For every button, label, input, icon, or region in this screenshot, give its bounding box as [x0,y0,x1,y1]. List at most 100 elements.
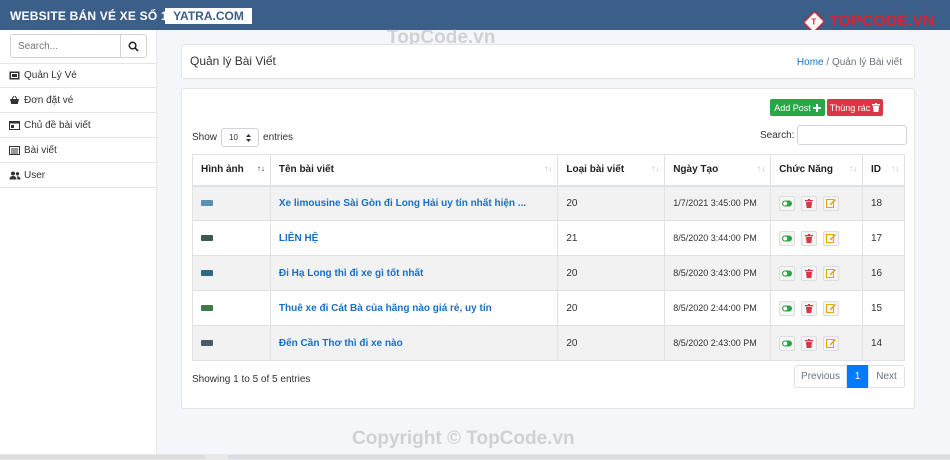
post-title-link[interactable]: LIÊN HỆ [279,233,318,244]
sidebar-item-label: Đơn đặt vé [24,94,74,106]
cell-type: 20 [557,185,666,221]
post-thumbnail [201,235,213,241]
trash-icon [805,303,814,313]
column-header-id[interactable]: ID ↑↓ [862,154,905,187]
cell-image [192,325,271,361]
cell-image [192,290,271,326]
cell-title: Thuê xe đi Cát Bà của hãng nào giá rẻ, u… [269,290,559,326]
delete-button[interactable] [801,300,818,316]
toggle-status-button[interactable] [779,195,796,211]
delete-button[interactable] [801,335,818,351]
edit-button[interactable] [823,265,840,281]
entries-select[interactable]: 10 [221,128,260,147]
delete-button[interactable] [801,195,818,211]
post-title-link[interactable]: Đi Hạ Long thì đi xe gì tốt nhất [279,268,423,279]
pagination-previous[interactable]: Previous [794,365,847,388]
toggle-status-button[interactable] [779,265,796,281]
site-domain-badge: YATRA.COM [165,8,252,24]
column-header-title[interactable]: Tên bài viết ↑↓ [269,154,559,187]
toggle-icon [782,305,793,312]
cell-type: 20 [557,325,666,361]
cell-title: Xe limousine Sài Gòn đi Long Hải uy tín … [269,185,559,221]
toggle-status-button[interactable] [779,335,796,351]
sort-icon: ↑↓ [849,164,857,173]
cell-image [192,185,271,221]
post-title-link[interactable]: Xe limousine Sài Gòn đi Long Hải uy tín … [279,198,526,209]
sidebar-item-chu-de-bai-viet[interactable]: Chủ đề bài viết [0,113,157,138]
sidebar-item-bai-viet[interactable]: Bài viết [0,138,157,163]
cell-date: 1/7/2021 3:45:00 PM [664,185,772,221]
post-title-link[interactable]: Đến Cần Thơ thì đi xe nào [279,338,403,349]
toggle-status-button[interactable] [779,300,796,316]
pagination-page-1[interactable]: 1 [847,365,868,388]
sidebar-item-label: Chủ đề bài viết [24,119,91,131]
sidebar-item-quan-ly-ve[interactable]: Quản Lý Vé [0,63,157,88]
site-brand[interactable]: WEBSITE BÁN VÉ XE SỐ 1 [10,9,168,23]
cell-date: 8/5/2020 2:43:00 PM [664,325,772,361]
sidebar-item-label: Bài viết [24,144,57,156]
edit-icon [826,198,837,209]
delete-button[interactable] [801,265,818,281]
sidebar-item-user[interactable]: User [0,163,157,188]
search-icon [128,41,139,52]
sidebar-item-label: User [24,169,46,181]
show-entries: Show 10 entries [192,128,293,147]
edit-button[interactable] [823,195,840,211]
cell-id: 16 [862,255,905,291]
folder-icon [9,120,21,130]
cell-image [192,255,271,291]
cell-date: 8/5/2020 3:44:00 PM [664,220,772,256]
table-row: Thuê xe đi Cát Bà của hãng nào giá rẻ, u… [192,290,905,326]
sidebar-item-don-dat-ve[interactable]: Đơn đặt vé [0,88,157,113]
show-label: Show [192,132,218,143]
edit-button[interactable] [823,230,840,246]
table-search-label: Search: [760,129,795,141]
edit-button[interactable] [823,300,840,316]
bottom-scrollbar[interactable] [0,454,950,460]
sort-icon: ↑↓ [544,164,553,173]
watermark-copyright: Copyright © TopCode.vn [352,428,575,449]
column-header-date[interactable]: Ngày Tạo ↑↓ [664,154,772,187]
table-header-row: Hình ảnh ↑↓ Tên bài viết ↑↓ Loại bài viết ↑… [192,154,905,187]
sidebar-search-button[interactable] [120,35,146,57]
cell-id: 14 [862,325,905,361]
breadcrumb-home-link[interactable]: Home [797,57,824,68]
edit-icon [826,233,837,243]
table-row: Đi Hạ Long thì đi xe gì tốt nhất 20 8/5/20… [192,255,905,291]
delete-button[interactable] [801,230,818,246]
plus-icon [812,103,821,112]
sort-asc-icon: ↑↓ [256,164,265,173]
toggle-icon [782,235,793,242]
toggle-status-button[interactable] [779,230,796,246]
cell-type: 20 [557,255,666,291]
cell-actions [770,255,863,291]
edit-icon [826,268,837,278]
column-header-image[interactable]: Hình ảnh ↑↓ [192,154,271,187]
sidebar-search [10,34,147,58]
breadcrumb: Home / Quản lý Bài viết [797,57,902,68]
post-thumbnail [201,200,213,207]
table-row: LIÊN HỆ 21 8/5/2020 3:44:00 PM 17 [192,220,905,256]
cell-actions [770,325,863,361]
trash-bin-button[interactable]: Thùng rác [827,99,883,116]
add-post-button[interactable]: Add Post [770,99,825,116]
trash-icon [872,103,881,112]
sidebar-search-input[interactable] [11,35,121,57]
column-header-type[interactable]: Loại bài viết ↑↓ [557,154,666,187]
pagination-next[interactable]: Next [868,365,905,388]
cell-id: 17 [862,220,905,256]
post-title-link[interactable]: Thuê xe đi Cát Bà của hãng nào giá rẻ, u… [279,303,492,314]
table-search-input[interactable] [797,125,908,145]
breadcrumb-separator: / [826,57,830,68]
edit-button[interactable] [823,335,840,351]
cell-id: 15 [862,290,905,326]
toggle-icon [782,270,793,277]
trash-icon [805,198,814,208]
ticket-icon [9,71,21,80]
sort-icon: ↑↓ [651,164,660,173]
column-header-actions[interactable]: Chức Năng ↑↓ [770,154,863,187]
cell-type: 20 [557,290,666,326]
breadcrumb-current: Quản lý Bài viết [831,57,902,68]
pagination: Previous 1 Next [794,365,905,388]
add-post-label: Add Post [774,102,811,113]
